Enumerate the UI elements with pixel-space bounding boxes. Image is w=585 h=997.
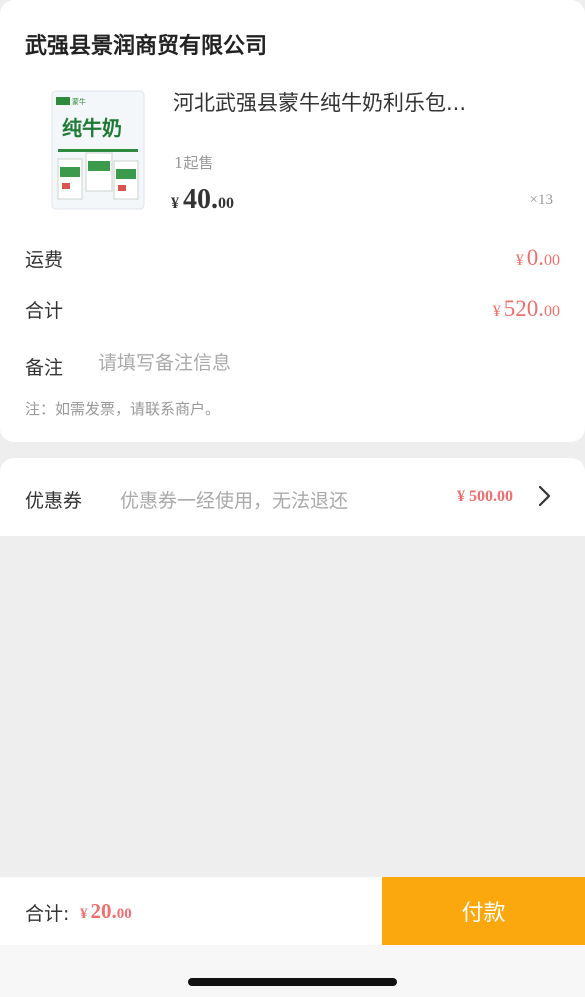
chevron-right-icon[interactable] (533, 483, 555, 509)
product-brand: 蒙牛 (72, 97, 86, 106)
price-currency: ¥ (171, 195, 179, 212)
price-decimal: 00 (218, 195, 234, 212)
shipping-label: 运费 (25, 249, 64, 271)
checkout-bar: 合计: ¥20.00 付款 (0, 877, 585, 945)
subtotal-decimal: 00 (544, 303, 560, 320)
coupon-label: 优惠券 (25, 490, 83, 512)
product-title[interactable]: 河北武强县蒙牛纯牛奶利乐包... (173, 87, 563, 117)
order-card: 武强县景润商贸有限公司 蒙牛 纯牛奶 河北武强县蒙牛纯牛奶利乐包... 1起售 … (0, 0, 585, 442)
product-price: ¥40.00 (171, 184, 234, 216)
product-quantity: ×13 (529, 192, 553, 208)
shop-name: 武强县景润商贸有限公司 (25, 34, 268, 59)
shipping-decimal: 00 (544, 252, 560, 269)
product-image-text: 纯牛奶 (62, 116, 122, 140)
invoice-note: 注：如需发票，请联系商户。 (25, 400, 221, 418)
home-indicator-area (0, 945, 585, 997)
product-image[interactable]: 蒙牛 纯牛奶 (48, 87, 148, 213)
total-currency: ¥ (80, 906, 88, 922)
subtotal-integer: 520. (503, 296, 544, 321)
coupon-amount: ¥ 500.00 (457, 488, 513, 505)
subtotal-currency: ¥ (492, 303, 501, 320)
subtotal-label: 合计 (25, 300, 64, 322)
min-sale-label: 1起售 (174, 154, 214, 172)
total-decimal: 00 (116, 906, 132, 922)
total-label: 合计: (25, 903, 70, 925)
pay-button[interactable]: 付款 (382, 877, 585, 945)
coupon-description: 优惠券一经使用，无法退还 (120, 490, 349, 512)
home-indicator[interactable] (188, 978, 397, 986)
subtotal-value: ¥520.00 (493, 296, 560, 322)
remark-input[interactable] (98, 352, 538, 374)
coupon-row[interactable]: 优惠券 优惠券一经使用，无法退还 ¥ 500.00 (0, 458, 585, 536)
shipping-value: ¥0.00 (516, 245, 560, 271)
shipping-integer: 0. (526, 245, 544, 270)
shipping-currency: ¥ (515, 252, 524, 269)
price-integer: 40. (183, 184, 218, 215)
total-value: ¥20.00 (80, 899, 132, 924)
total-integer: 20. (90, 899, 117, 923)
remark-label: 备注 (25, 357, 64, 379)
